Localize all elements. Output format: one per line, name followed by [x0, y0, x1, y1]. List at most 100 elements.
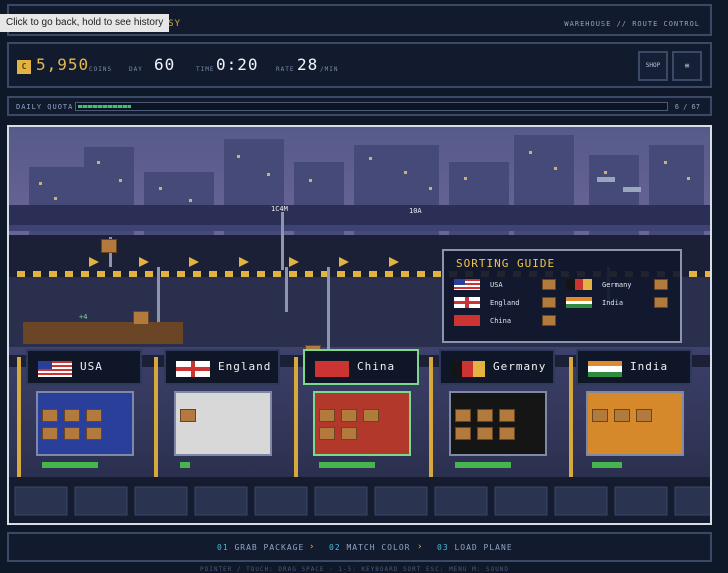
- coins-value: 5,950: [36, 55, 90, 74]
- game-scene[interactable]: 1C4M 10A +4 SORTING GUIDE USA England Ch…: [7, 125, 712, 525]
- step-2: 02 MATCH COLOR: [329, 543, 410, 552]
- package: [499, 409, 515, 422]
- package-icon: [654, 279, 668, 290]
- package: [455, 427, 471, 440]
- package: [477, 409, 493, 422]
- sorting-guide: SORTING GUIDE USA England China Germany …: [442, 249, 682, 343]
- sorting-guide-title: SORTING GUIDE: [456, 257, 556, 270]
- step-label: LOAD PLANE: [454, 543, 513, 552]
- package: [499, 427, 515, 440]
- package-icon: [542, 315, 556, 326]
- bin-fill-indicator: [180, 462, 190, 468]
- bin-header: China: [303, 349, 419, 385]
- package: [319, 409, 335, 422]
- bin-fill-indicator: [592, 462, 622, 468]
- england-flag-icon: [176, 361, 210, 377]
- package-icon: [542, 297, 556, 308]
- china-flag-icon: [454, 315, 480, 326]
- guide-entry-england: England: [490, 299, 520, 307]
- controls-hint: POINTER / TOUCH: DRAG SPACE · 1-5: KEYBO…: [200, 566, 510, 573]
- steps-bar: 01 GRAB PACKAGE › 02 MATCH COLOR › 03 LO…: [7, 532, 712, 562]
- bin-fill-indicator: [455, 462, 511, 468]
- package: [477, 427, 493, 440]
- step-number: 02: [329, 543, 341, 552]
- bin-india[interactable]: India: [576, 349, 692, 474]
- bin-fill-indicator: [42, 462, 98, 468]
- price-tag-1: 1C4M: [271, 205, 288, 213]
- package: [363, 409, 379, 422]
- bin-fill-indicator: [319, 462, 375, 468]
- package: [636, 409, 652, 422]
- england-flag-icon: [454, 297, 480, 308]
- package: [42, 409, 58, 422]
- bin-england[interactable]: England: [164, 349, 280, 474]
- price-tag-2: 10A: [409, 207, 422, 215]
- rate-unit: /MIN: [320, 66, 339, 73]
- breadcrumb: WAREHOUSE // ROUTE CONTROL: [564, 20, 700, 28]
- bin-label: China: [357, 360, 396, 373]
- package: [341, 427, 357, 440]
- bin-label: India: [630, 360, 669, 373]
- coins-label: COINS: [89, 66, 113, 73]
- step-number: 03: [437, 543, 449, 552]
- bin-label: USA: [80, 360, 103, 373]
- menu-button[interactable]: ≡: [672, 51, 702, 81]
- bin-china[interactable]: China: [303, 349, 419, 474]
- coin-icon: C: [17, 60, 31, 74]
- shop-button[interactable]: SHOP: [638, 51, 668, 81]
- daily-quota-bar: DAILY QUOTA 6 / 67: [7, 96, 712, 116]
- india-flag-icon: [588, 361, 622, 377]
- drone-icon: [597, 177, 615, 182]
- bin-contents: [313, 391, 411, 456]
- package: [64, 409, 80, 422]
- usa-flag-icon: [38, 361, 72, 377]
- bin-contents: [586, 391, 684, 456]
- package: [86, 427, 102, 440]
- usa-flag-icon: [454, 279, 480, 290]
- step-1: 01 GRAB PACKAGE: [217, 543, 304, 552]
- step-label: GRAB PACKAGE: [234, 543, 305, 552]
- india-flag-icon: [566, 297, 592, 308]
- package: [319, 427, 335, 440]
- bin-header: USA: [26, 349, 142, 385]
- drone-icon: [623, 187, 641, 192]
- step-label: MATCH COLOR: [346, 543, 411, 552]
- quota-progress-fill: [78, 105, 131, 108]
- shelf-sign: +4: [79, 313, 88, 321]
- china-flag-icon: [315, 361, 349, 377]
- package: [614, 409, 630, 422]
- bin-usa[interactable]: USA: [26, 349, 142, 474]
- day-label: DAY: [129, 66, 143, 73]
- package[interactable]: [101, 239, 117, 253]
- package: [42, 427, 58, 440]
- rate-label: RATE: [276, 66, 295, 73]
- germany-flag-icon: [451, 361, 485, 377]
- bin-header: England: [164, 349, 280, 385]
- quota-label: DAILY QUOTA: [16, 103, 74, 111]
- stats-bar: C 5,950 COINS DAY 60 TIME 0:20 RATE 28 /…: [7, 42, 712, 88]
- chevron-right-icon: ›: [309, 542, 315, 552]
- guide-entry-usa: USA: [490, 281, 503, 289]
- quota-count: 6 / 67: [674, 103, 700, 111]
- bin-label: England: [218, 360, 272, 373]
- bin-contents: [174, 391, 272, 456]
- package: [455, 409, 471, 422]
- bin-header: Germany: [439, 349, 555, 385]
- guide-entry-india: India: [602, 299, 624, 307]
- time-value: 0:20: [216, 55, 259, 74]
- bin-germany[interactable]: Germany: [439, 349, 555, 474]
- bin-label: Germany: [493, 360, 547, 373]
- guide-entry-germany: Germany: [602, 281, 632, 289]
- package: [180, 409, 196, 422]
- package: [64, 427, 80, 440]
- package[interactable]: [133, 311, 149, 325]
- quota-progress-track: [75, 102, 668, 111]
- chevron-right-icon: ›: [417, 542, 423, 552]
- day-value: 60: [154, 55, 176, 74]
- germany-flag-icon: [566, 279, 592, 290]
- package: [86, 409, 102, 422]
- step-3: 03 LOAD PLANE: [437, 543, 513, 552]
- bin-contents: [36, 391, 134, 456]
- bin-contents: [449, 391, 547, 456]
- back-tooltip: Click to go back, hold to see history: [0, 14, 170, 32]
